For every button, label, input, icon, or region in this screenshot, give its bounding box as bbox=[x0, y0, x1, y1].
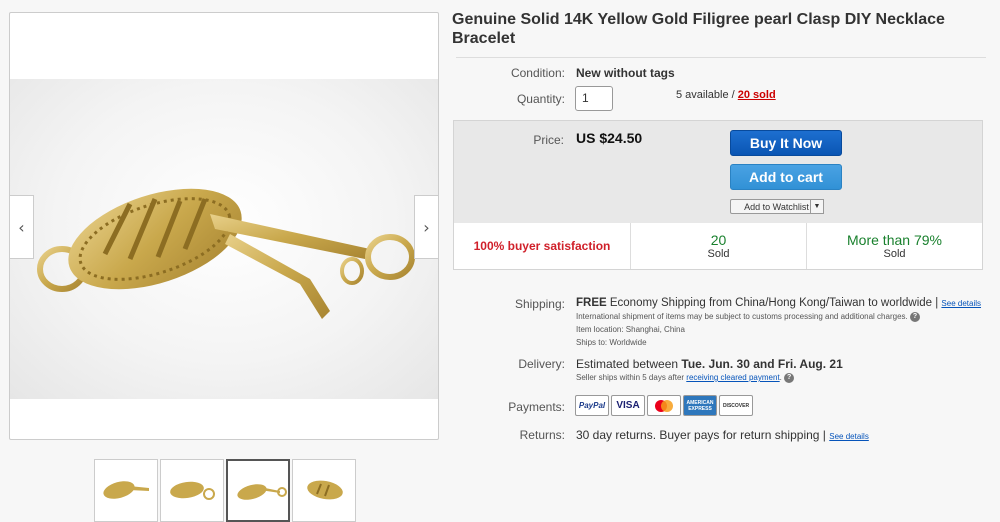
thumbnail[interactable] bbox=[292, 459, 356, 522]
satisfaction-text: 100% buyer satisfaction bbox=[473, 239, 611, 253]
quantity-input[interactable]: 1 bbox=[575, 86, 613, 111]
quantity-label: Quantity: bbox=[516, 92, 565, 106]
mastercard-icon bbox=[647, 395, 681, 416]
delivery-note-suffix: . bbox=[779, 373, 782, 383]
price-value: US $24.50 bbox=[576, 130, 643, 146]
delivery-value: Estimated between Tue. Jun. 30 and Fri. … bbox=[576, 357, 843, 371]
add-to-cart-button[interactable]: Add to cart bbox=[730, 164, 842, 190]
delivery-note: Seller ships within 5 days after receivi… bbox=[576, 373, 795, 383]
discover-icon: DISCOVER bbox=[719, 395, 753, 416]
delivery-prefix: Estimated between bbox=[576, 357, 682, 371]
satisfaction-stat: 100% buyer satisfaction bbox=[454, 223, 631, 269]
shipping-label: Shipping: bbox=[514, 297, 565, 311]
product-image[interactable] bbox=[10, 79, 438, 399]
condition-label: Condition: bbox=[510, 66, 565, 80]
previous-image-button[interactable]: ‹ bbox=[10, 195, 34, 259]
sold-link[interactable]: 20 sold bbox=[738, 89, 776, 101]
chevron-right-icon: › bbox=[423, 217, 430, 237]
stats-bar: 100% buyer satisfaction 20 Sold More tha… bbox=[454, 223, 982, 269]
clasp-illustration bbox=[37, 188, 415, 319]
shipping-note: International shipment of items may be s… bbox=[576, 312, 920, 322]
more-than-text: More than 79% bbox=[847, 232, 942, 248]
returns-value: 30 day returns. Buyer pays for return sh… bbox=[576, 428, 869, 442]
amex-icon: AMERICAN EXPRESS bbox=[683, 395, 717, 416]
thumbnail[interactable] bbox=[160, 459, 224, 522]
ships-to: Ships to: Worldwide bbox=[576, 338, 647, 347]
thumbnail-active[interactable] bbox=[226, 459, 290, 522]
next-image-button[interactable]: › bbox=[414, 195, 438, 259]
product-title: Genuine Solid 14K Yellow Gold Filigree p… bbox=[452, 11, 945, 47]
thumbnail-image bbox=[237, 484, 287, 500]
payments-label: Payments: bbox=[508, 400, 565, 414]
chevron-down-icon[interactable]: ▼ bbox=[810, 199, 824, 214]
paypal-icon: PayPal bbox=[575, 395, 609, 416]
price-panel: Price: US $24.50 Buy It Now Add to cart … bbox=[454, 121, 982, 223]
thumbnail[interactable] bbox=[94, 459, 158, 522]
sold-count: 20 bbox=[710, 232, 727, 248]
delivery-note-prefix: Seller ships within 5 days after bbox=[576, 373, 687, 383]
more-than-stat: More than 79% Sold bbox=[807, 223, 982, 269]
shipping-free: FREE bbox=[576, 297, 607, 309]
thumbnail-image bbox=[307, 480, 343, 500]
delivery-label: Delivery: bbox=[518, 357, 565, 371]
shipping-note-text: International shipment of items may be s… bbox=[576, 312, 908, 322]
sold-stat: 20 Sold bbox=[631, 223, 807, 269]
availability-text: 5 available / 20 sold bbox=[676, 89, 776, 101]
main-image-panel[interactable]: ‹ › bbox=[9, 12, 439, 440]
delivery-dates: Tue. Jun. 30 and Fri. Aug. 21 bbox=[681, 357, 843, 371]
sold-label: Sold bbox=[707, 248, 730, 260]
item-location: Item location: Shanghai, China bbox=[576, 325, 685, 334]
available-count: 5 available / bbox=[676, 89, 738, 101]
payment-methods: PayPal VISA AMERICAN EXPRESS DISCOVER bbox=[575, 395, 755, 416]
shipping-text: Economy Shipping from China/Hong Kong/Ta… bbox=[606, 297, 942, 309]
cleared-payment-link[interactable]: receiving cleared payment bbox=[686, 373, 779, 382]
help-icon[interactable]: ? bbox=[909, 312, 920, 322]
returns-text: 30 day returns. Buyer pays for return sh… bbox=[576, 428, 830, 442]
chevron-left-icon: ‹ bbox=[18, 217, 25, 237]
buy-it-now-button[interactable]: Buy It Now bbox=[730, 130, 842, 156]
thumbnail-strip bbox=[94, 459, 358, 522]
title-divider bbox=[456, 57, 986, 58]
returns-label: Returns: bbox=[519, 428, 565, 442]
more-than-label: Sold bbox=[883, 248, 906, 260]
visa-icon: VISA bbox=[611, 395, 645, 416]
help-icon[interactable]: ? bbox=[784, 373, 795, 383]
price-label: Price: bbox=[533, 133, 564, 147]
returns-see-details-link[interactable]: See details bbox=[829, 432, 869, 441]
condition-value: New without tags bbox=[576, 66, 675, 80]
shipping-value: FREE Economy Shipping from China/Hong Ko… bbox=[576, 297, 981, 309]
thumbnail-image bbox=[170, 481, 215, 500]
shipping-see-details-link[interactable]: See details bbox=[941, 299, 981, 308]
price-box: Price: US $24.50 Buy It Now Add to cart … bbox=[453, 120, 983, 270]
thumbnail-image bbox=[103, 481, 149, 499]
